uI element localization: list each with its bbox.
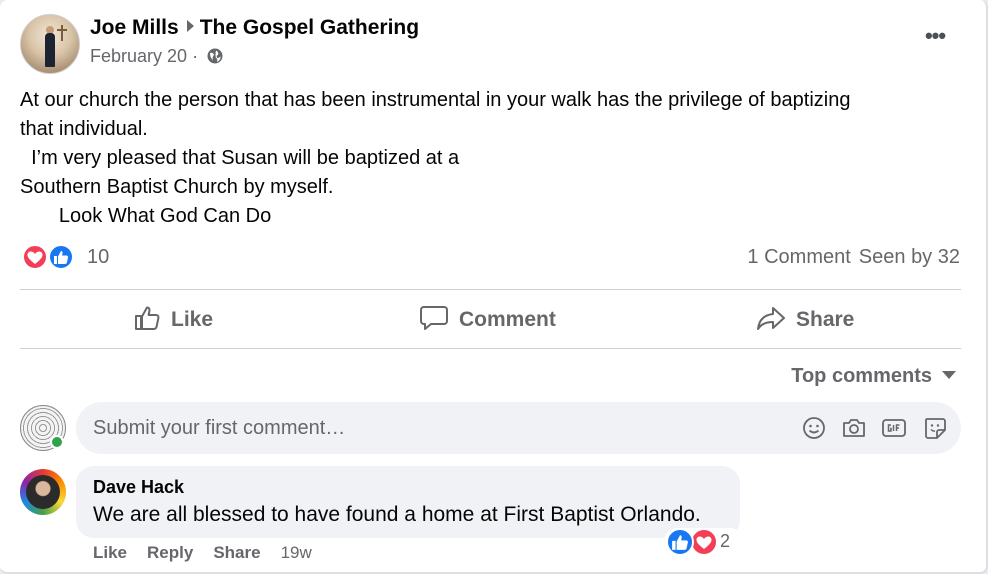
- like-reaction-icon: [666, 528, 694, 556]
- comment-share-link[interactable]: Share: [213, 543, 260, 562]
- comment-reaction-count[interactable]: 2: [720, 531, 730, 552]
- comment-timestamp[interactable]: 19w: [281, 543, 312, 562]
- comment-input[interactable]: [76, 402, 961, 454]
- caret-down-icon: [942, 371, 956, 379]
- more-options-button[interactable]: •••: [918, 25, 952, 52]
- comment-reactions[interactable]: [664, 528, 744, 556]
- posted-to-arrow-icon: [186, 20, 194, 32]
- comment-bubble-icon: [420, 306, 448, 330]
- comments-count-link[interactable]: 1 Comment: [747, 246, 850, 268]
- sort-label: Top comments: [791, 365, 932, 387]
- post-meta: February 20 ·: [90, 46, 224, 70]
- comment-sort-dropdown[interactable]: Top comments: [791, 365, 956, 388]
- seen-by-link[interactable]: Seen by 32: [859, 246, 960, 268]
- comment-like-link[interactable]: Like: [93, 543, 127, 562]
- online-status-indicator: [50, 435, 64, 449]
- reaction-count[interactable]: 10: [87, 246, 109, 269]
- date-separator: ·: [187, 46, 204, 66]
- love-reaction-icon: [690, 528, 718, 556]
- share-label: Share: [796, 308, 855, 331]
- divider: [20, 289, 961, 290]
- post-body-text: At our church the person that has been i…: [20, 89, 851, 227]
- post-date[interactable]: February 20: [90, 46, 187, 66]
- comment-actions: Like Reply Share 19w: [93, 543, 332, 563]
- divider: [20, 348, 961, 349]
- like-reaction-icon: [48, 244, 74, 270]
- post-card: Joe Mills The Gospel Gathering February 2…: [0, 0, 988, 574]
- commenter-name[interactable]: Dave Hack: [93, 477, 184, 498]
- like-label: Like: [171, 308, 214, 331]
- group-name[interactable]: The Gospel Gathering: [200, 16, 419, 39]
- camera-icon[interactable]: [841, 415, 867, 441]
- comment-reply-link[interactable]: Reply: [147, 543, 193, 562]
- post-header-title: Joe Mills The Gospel Gathering: [90, 16, 419, 40]
- love-reaction-icon: [22, 244, 48, 270]
- thumbs-up-icon: [135, 306, 160, 330]
- like-button[interactable]: Like: [133, 304, 213, 336]
- globe-icon: [206, 47, 224, 70]
- share-arrow-icon: [757, 307, 785, 330]
- gif-icon[interactable]: [881, 415, 907, 441]
- author-name[interactable]: Joe Mills: [90, 16, 179, 39]
- post-stats: 1 Comment Seen by 32: [747, 246, 960, 269]
- comment-text: We are all blessed to have found a home …: [93, 503, 701, 526]
- commenter-avatar[interactable]: [20, 469, 66, 515]
- share-button[interactable]: Share: [756, 304, 854, 336]
- sticker-icon[interactable]: [922, 415, 948, 441]
- emoji-icon[interactable]: [801, 415, 827, 441]
- comment-label: Comment: [459, 308, 556, 331]
- comment-button[interactable]: Comment: [419, 304, 556, 336]
- author-avatar[interactable]: [20, 14, 80, 74]
